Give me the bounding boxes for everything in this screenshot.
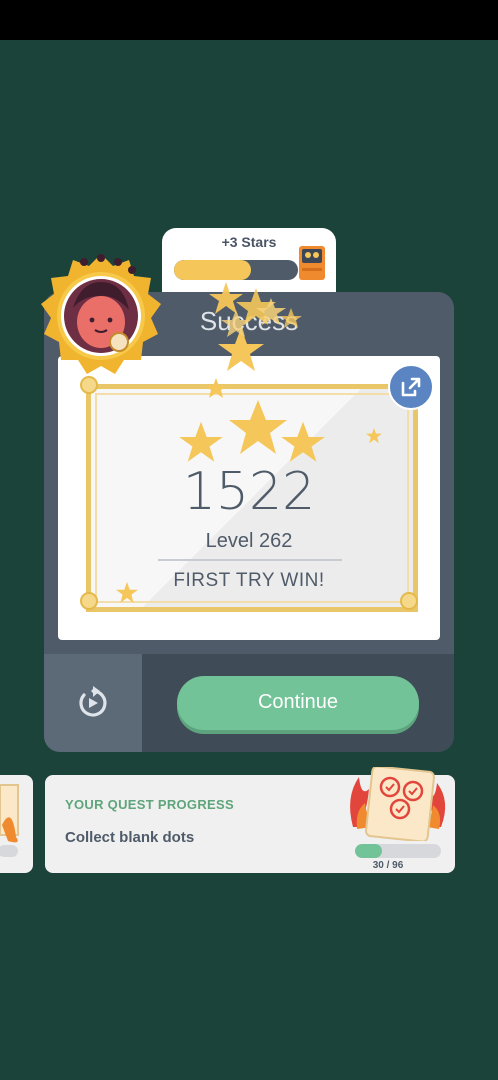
rating-stars-icon (179, 400, 325, 462)
quest-progress-card[interactable]: YOUR QUEST PROGRESS Collect blank dots 3… (45, 767, 455, 873)
first-try-win-label: FIRST TRY WIN! (173, 570, 325, 591)
falling-stars-decoration (205, 282, 302, 398)
quest-progress-count: 30 / 96 (372, 860, 404, 871)
frame-corner (400, 592, 418, 610)
sparkle-star-icon (366, 428, 382, 444)
continue-button[interactable]: Continue (177, 676, 419, 730)
frame-corner (80, 592, 98, 610)
replay-button[interactable] (44, 654, 142, 752)
quest-title: YOUR QUEST PROGRESS (65, 797, 234, 812)
action-bar: Continue (44, 654, 454, 752)
quest-card-icon (350, 767, 446, 841)
certificate: 1522 Level 262 FIRST TRY WIN! (58, 356, 440, 640)
quest-card-icon (0, 784, 19, 857)
status-bar (0, 0, 498, 40)
level-label: Level 262 (205, 530, 293, 552)
player-avatar-badge (41, 254, 161, 374)
quest-task: Collect blank dots (65, 829, 195, 846)
replay-icon (79, 686, 107, 717)
quest-progress-bar (355, 844, 441, 858)
score-value: 1522 (182, 462, 316, 522)
divider (158, 559, 342, 561)
quest-progress-fill (355, 844, 382, 858)
frame-corner (80, 376, 98, 394)
previous-quest-card[interactable] (0, 775, 33, 873)
share-icon (401, 377, 421, 397)
share-button[interactable] (388, 364, 434, 410)
